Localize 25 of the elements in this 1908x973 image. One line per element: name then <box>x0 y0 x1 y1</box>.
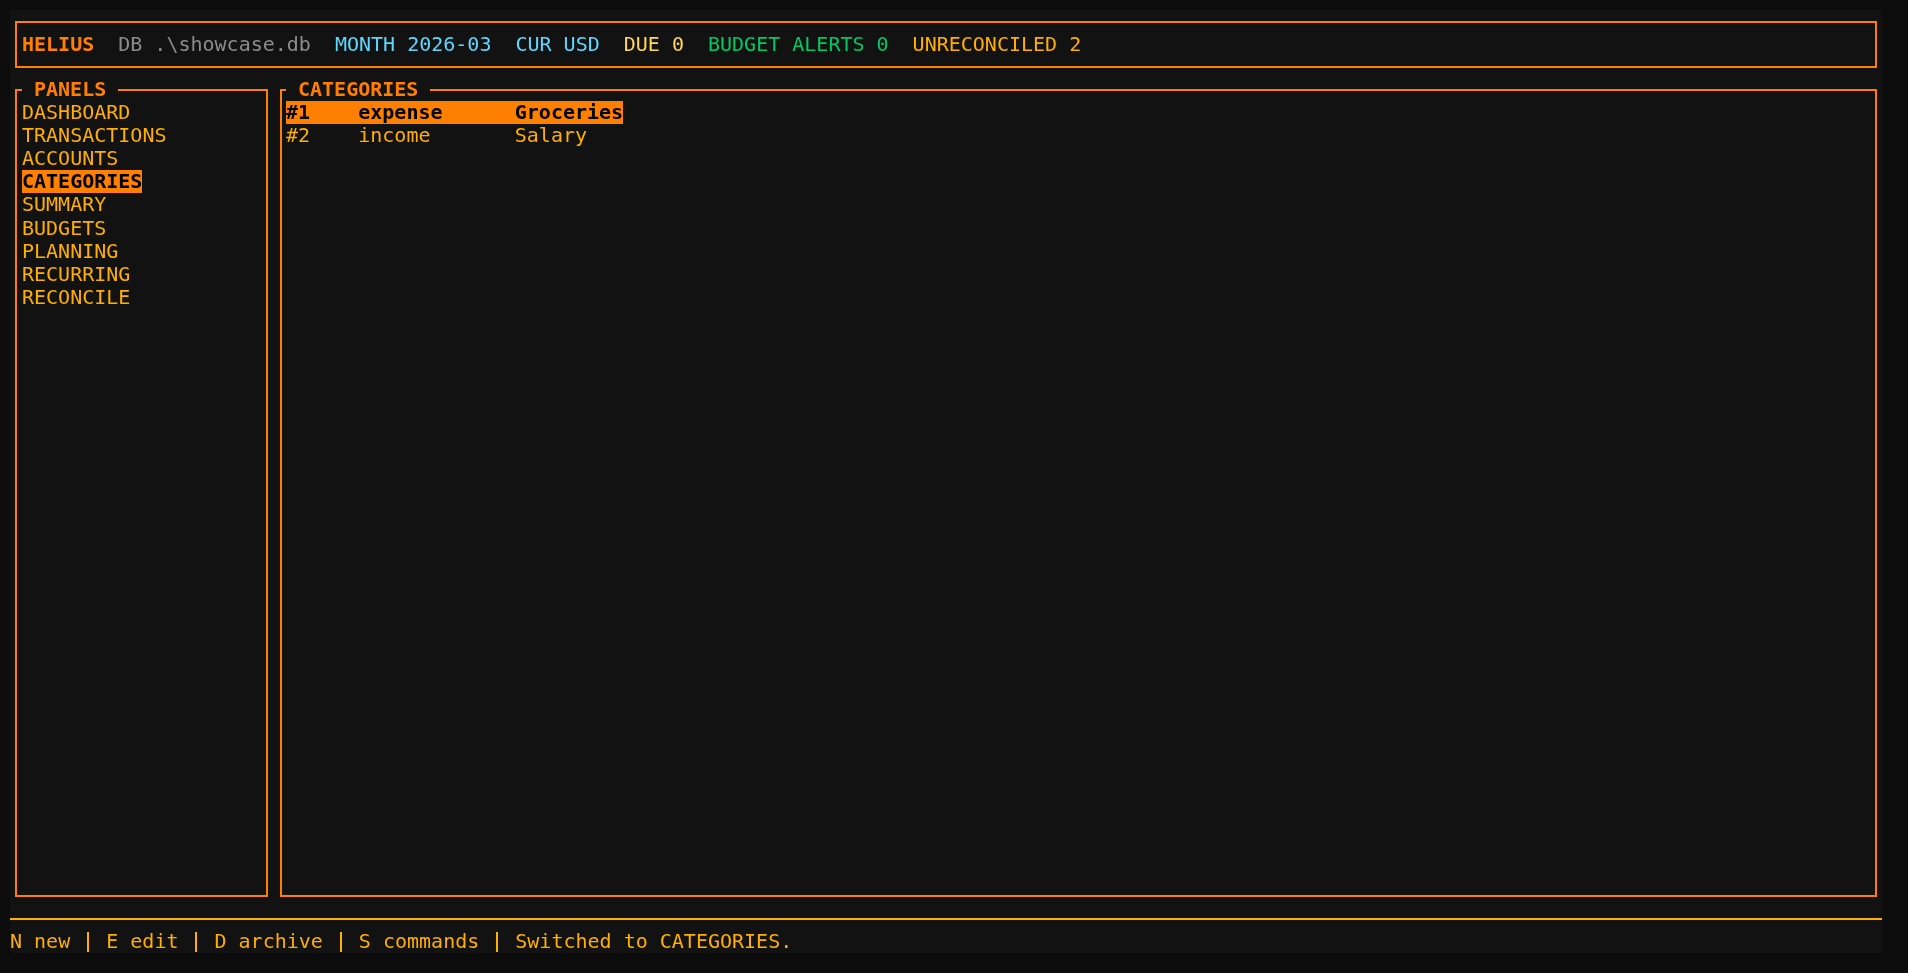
panel-menu-item[interactable]: DASHBOARD <box>22 101 131 125</box>
header-stat: BUDGET ALERTS 0 <box>707 32 889 57</box>
panel-title: CATEGORIES <box>297 78 420 102</box>
header-stat: CUR USD <box>515 32 600 57</box>
key-hint: N new <box>10 929 71 953</box>
panel-menu-item[interactable]: PLANNING <box>22 239 119 263</box>
panel-menu-item[interactable]: CATEGORIES <box>22 170 143 194</box>
key-hint: D archive <box>214 929 323 953</box>
key-hint: S commands <box>358 929 480 953</box>
category-row[interactable]: #1 expense Groceries <box>286 101 624 125</box>
key-hint: E edit <box>106 929 179 953</box>
header-stat: UNRECONCILED 2 <box>912 32 1082 57</box>
panel-menu-item[interactable]: ACCOUNTS <box>22 147 119 171</box>
panel-menu-item[interactable]: SUMMARY <box>22 193 107 217</box>
panel-menu-item[interactable]: BUDGETS <box>22 216 107 240</box>
panel-title: PANELS <box>33 78 108 102</box>
status-message: Switched to CATEGORIES. <box>515 929 793 953</box>
header-stat: DUE 0 <box>623 32 684 57</box>
panel-menu-item[interactable]: RECONCILE <box>22 285 131 309</box>
header-stat: MONTH 2026-03 <box>334 32 492 57</box>
category-row[interactable]: #2 income Salary <box>286 124 588 148</box>
panel-menu-item[interactable]: TRANSACTIONS <box>22 124 167 148</box>
app-name: HELIUS <box>22 32 95 57</box>
header-stat: DB .\showcase.db <box>118 32 311 57</box>
panel-menu-item[interactable]: RECURRING <box>22 262 131 286</box>
